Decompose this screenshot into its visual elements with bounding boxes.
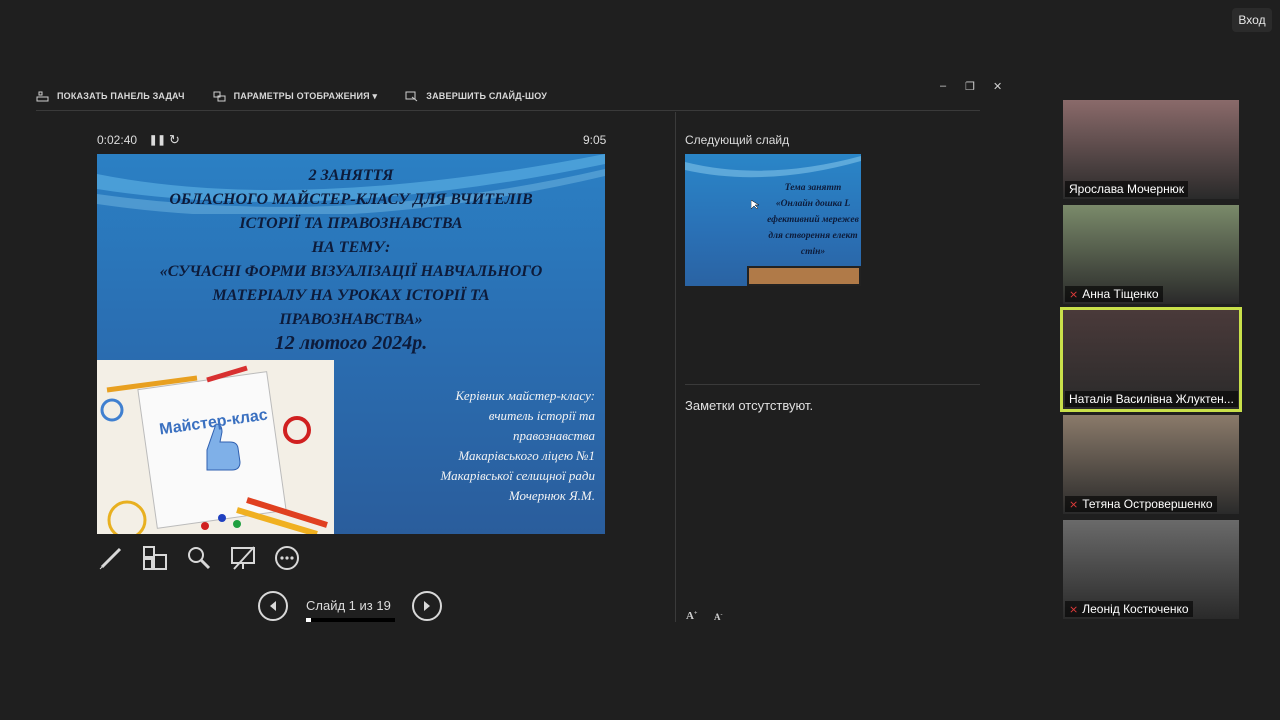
pause-icon[interactable]: ❚❚ [149,135,166,146]
taskbar-icon [36,91,49,101]
cursor-icon [751,200,759,210]
stationery-illustration [97,360,334,534]
toolbar-divider [36,110,980,111]
elapsed-timer: 0:02:40 [97,133,138,147]
show-taskbar-label: ПОКАЗАТЬ ПАНЕЛЬ ЗАДАЧ [57,91,185,101]
chevron-right-icon [424,601,430,611]
close-button[interactable]: ✕ [993,80,1002,93]
zoom-button[interactable] [185,544,213,572]
pen-tool-button[interactable] [97,544,125,572]
slide-date: 12 лютого 2024р. [274,332,428,354]
display-settings-label: ПАРАМЕТРЫ ОТОБРАЖЕНИЯ ▾ [233,90,378,101]
participant-tile-active-speaker[interactable]: Наталія Василівна Жлуктен... [1060,307,1242,412]
minimize-button[interactable]: – [940,80,946,92]
decrease-font-button[interactable]: A- [714,612,723,622]
participant-tile[interactable]: ⨯ Анна Тіщенко [1063,205,1239,304]
previous-slide-button[interactable] [258,591,288,621]
slide-progress-fill [306,618,311,622]
next-slide-label: Следующий слайд [685,133,790,147]
slide-title: 2 ЗАНЯТТЯ ОБЛАСНОГО МАЙСТЕР-КЛАСУ ДЛЯ ВЧ… [159,167,543,328]
participant-name: Ярослава Мочернюк [1069,182,1184,196]
end-slideshow-button[interactable]: ЗАВЕРШИТЬ СЛАЙД-ШОУ [405,91,547,102]
presenter-toolbar: ПОКАЗАТЬ ПАНЕЛЬ ЗАДАЧ ПАРАМЕТРЫ ОТОБРАЖЕ… [36,88,547,104]
participant-name-bar: ⨯ Леонід Костюченко [1065,601,1193,617]
display-settings-button[interactable]: ПАРАМЕТРЫ ОТОБРАЖЕНИЯ ▾ [213,91,378,102]
black-screen-button[interactable] [229,544,257,572]
slides-grid-icon [143,546,167,570]
pane-divider [675,112,676,622]
notes-divider [685,384,980,385]
participant-name: Наталія Василівна Жлуктен... [1069,392,1234,406]
participant-tile[interactable]: ⨯ Тетяна Островершенко [1063,415,1239,514]
increase-font-label: A [686,610,694,622]
next-slide-text: Тема занятт «Онлайн дошка L ефективний м… [767,183,859,257]
participant-name-bar: ⨯ Тетяна Островершенко [1065,496,1217,512]
master-class-image: Майстер-клас [97,360,334,534]
show-taskbar-button[interactable]: ПОКАЗАТЬ ПАНЕЛЬ ЗАДАЧ [36,91,185,102]
screen-off-icon [231,546,255,570]
mic-muted-icon: ⨯ [1069,498,1079,511]
participant-tile[interactable]: Ярослава Мочернюк [1063,100,1239,199]
current-time: 9:05 [583,133,607,147]
more-icon [275,546,299,570]
more-options-button[interactable] [273,544,301,572]
participant-name-bar: Наталія Василівна Жлуктен... [1065,391,1238,407]
increase-font-button[interactable]: A+ [686,610,697,622]
current-slide[interactable]: 2 ЗАНЯТТЯ ОБЛАСНОГО МАЙСТЕР-КЛАСУ ДЛЯ ВЧ… [97,154,605,534]
participant-name: Тетяна Островершенко [1082,497,1213,511]
end-slideshow-icon [405,91,418,101]
mic-muted-icon: ⨯ [1069,288,1079,301]
next-slide-button[interactable] [412,591,442,621]
participant-name-bar: ⨯ Анна Тіщенко [1065,286,1163,302]
chevron-left-icon [270,601,276,611]
pen-icon [99,547,122,570]
next-slide-board [747,266,861,286]
slide-author: Керівник майстер-класу: вчитель історії … [440,388,595,503]
slide-counter: Слайд 1 из 19 [306,598,391,613]
mic-muted-icon: ⨯ [1069,603,1079,616]
speaker-notes: Заметки отсутствуют. [685,398,814,413]
display-settings-icon [213,91,226,101]
participant-name: Леонід Костюченко [1082,602,1189,616]
end-slideshow-label: ЗАВЕРШИТЬ СЛАЙД-ШОУ [426,91,548,101]
slide-tools [97,544,301,572]
magnifier-icon [188,547,211,570]
participant-name: Анна Тіщенко [1082,287,1159,301]
reset-timer-icon[interactable]: ↻ [169,132,180,148]
restore-button[interactable]: ❐ [965,80,975,93]
next-slide-preview[interactable]: Тема занятт «Онлайн дошка L ефективний м… [685,154,861,286]
slide-progress-bar [306,618,395,622]
participant-name-bar: Ярослава Мочернюк [1065,181,1188,197]
participant-tile[interactable]: ⨯ Леонід Костюченко [1063,520,1239,619]
login-button[interactable]: Вход [1232,8,1272,32]
see-all-slides-button[interactable] [141,544,169,572]
